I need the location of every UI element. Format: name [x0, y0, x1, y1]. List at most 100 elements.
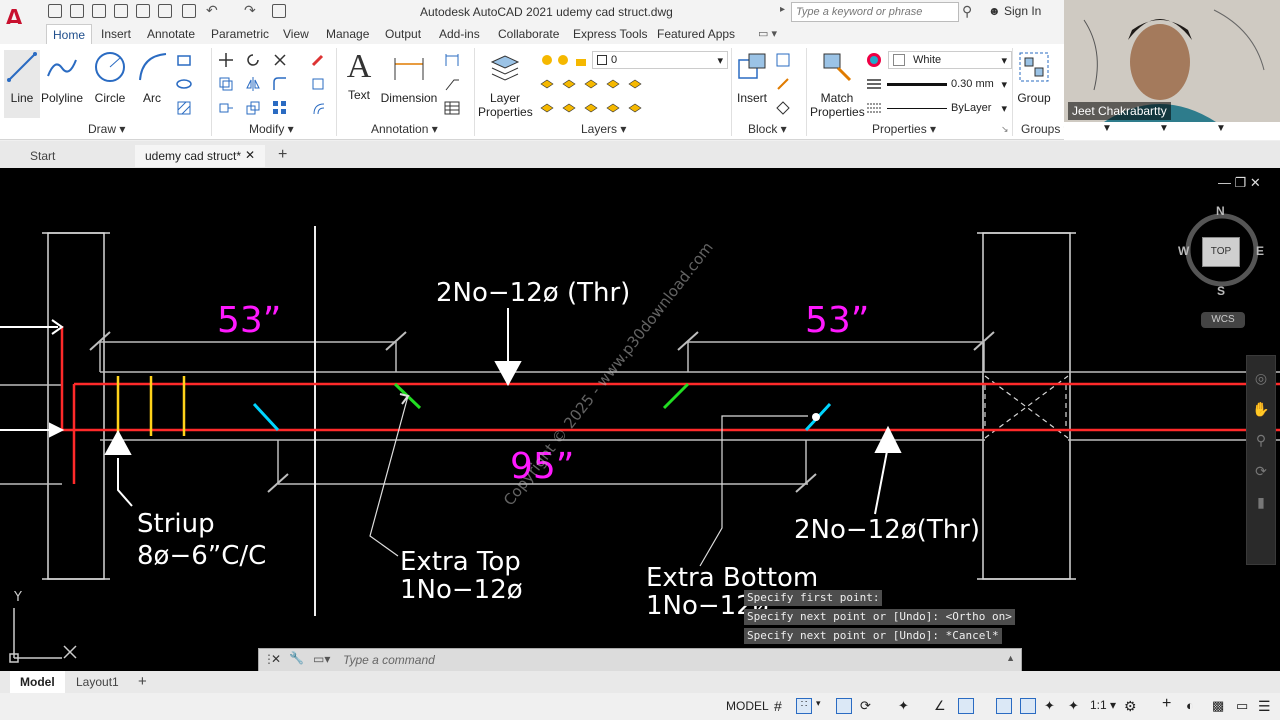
viewcube-top-face[interactable]: TOP: [1202, 237, 1240, 267]
compass-east[interactable]: E: [1256, 244, 1264, 258]
minimize-icon[interactable]: —: [1218, 175, 1231, 190]
lineweight-dropdown[interactable]: 0.30 mm ▾: [882, 75, 1012, 93]
tab-start[interactable]: Start: [20, 145, 65, 167]
block-panel-label[interactable]: Block ▾: [748, 122, 787, 136]
search-icon[interactable]: ⚲: [962, 3, 980, 21]
snap-icon[interactable]: ∷: [796, 698, 812, 714]
isodraft-icon[interactable]: ✦: [898, 698, 914, 714]
erase-icon[interactable]: [310, 52, 326, 68]
chevron-down-icon[interactable]: ▼: [1216, 123, 1226, 134]
ellipse-icon[interactable]: [176, 76, 192, 92]
text-tool-button[interactable]: A Text: [342, 50, 376, 103]
tab-manage[interactable]: Manage: [320, 24, 375, 44]
rotate-icon[interactable]: [245, 52, 261, 68]
layer-tool-icon[interactable]: [627, 100, 643, 116]
recent-commands-icon[interactable]: ▭▾: [313, 652, 330, 666]
hardware-acceleration-icon[interactable]: ▩: [1212, 698, 1228, 714]
new-tab-icon[interactable]: +: [268, 142, 297, 164]
annotation-scale-icon[interactable]: ✦: [1068, 698, 1084, 714]
chevron-down-icon[interactable]: ▾: [816, 698, 832, 714]
auto-scale-icon[interactable]: ✦: [1044, 698, 1060, 714]
layer-tool-icon[interactable]: [539, 100, 555, 116]
compass-west[interactable]: W: [1178, 244, 1189, 258]
close-icon[interactable]: ✕: [271, 652, 281, 666]
layer-lock-icon[interactable]: [573, 52, 589, 68]
tab-express-tools[interactable]: Express Tools: [567, 24, 653, 44]
undo-icon[interactable]: ↶: [206, 2, 218, 19]
open-file-icon[interactable]: [70, 4, 84, 18]
tab-parametric[interactable]: Parametric: [205, 24, 275, 44]
offset-icon[interactable]: [310, 100, 326, 116]
model-space-toggle[interactable]: MODEL: [726, 699, 769, 713]
layer-tool-icon[interactable]: [627, 76, 643, 92]
redo-icon[interactable]: ↷: [244, 2, 256, 19]
tab-model[interactable]: Model: [10, 671, 65, 693]
layer-tool-icon[interactable]: [539, 76, 555, 92]
command-history-toggle-icon[interactable]: ▲: [1006, 653, 1015, 663]
dimension-tool-button[interactable]: Dimension: [380, 50, 438, 105]
restore-icon[interactable]: ❐: [1235, 175, 1247, 190]
object-snap-tracking-icon[interactable]: ∠: [934, 698, 950, 714]
circle-tool-button[interactable]: Circle: [90, 50, 130, 105]
properties-panel-label[interactable]: Properties ▾: [872, 122, 936, 136]
linetype-icon[interactable]: [866, 100, 882, 116]
share-icon[interactable]: [272, 4, 286, 18]
attribute-icon[interactable]: [775, 100, 791, 116]
tab-add-ins[interactable]: Add-ins: [433, 24, 486, 44]
layer-tool-icon[interactable]: [605, 76, 621, 92]
annotation-visibility-icon[interactable]: [1020, 698, 1036, 714]
move-icon[interactable]: [218, 52, 234, 68]
print-icon[interactable]: [158, 4, 172, 18]
annotation-panel-label[interactable]: Annotation ▾: [371, 122, 438, 136]
save-as-icon[interactable]: [114, 4, 128, 18]
arc-tool-button[interactable]: Arc: [136, 50, 168, 105]
command-line[interactable]: ⋮ ✕ 🔧 ▭▾ Type a command ▲: [258, 648, 1022, 672]
linear-dim-icon[interactable]: [444, 52, 460, 68]
polyline-tool-button[interactable]: Polyline: [40, 50, 84, 105]
tab-collaborate[interactable]: Collaborate: [492, 24, 565, 44]
tab-active-drawing[interactable]: udemy cad struct* ✕: [135, 145, 265, 167]
layer-tool-icon[interactable]: [605, 100, 621, 116]
showmotion-icon[interactable]: ▮: [1247, 494, 1275, 511]
tab-view[interactable]: View: [277, 24, 315, 44]
label-stirrup[interactable]: Striup 8ø−6”C/C: [137, 508, 266, 572]
draw-panel-label[interactable]: Draw ▾: [88, 122, 125, 136]
layer-freeze-icon[interactable]: [555, 52, 571, 68]
compass-north[interactable]: N: [1216, 204, 1225, 218]
isolate-objects-icon[interactable]: ◐: [1186, 698, 1202, 714]
line-tool-button[interactable]: Line: [4, 50, 40, 118]
orbit-icon[interactable]: ⟳: [1247, 463, 1275, 480]
compass-south[interactable]: S: [1217, 284, 1225, 298]
sign-in-link[interactable]: ☻ Sign In: [988, 4, 1041, 18]
object-snap-icon[interactable]: [958, 698, 974, 714]
layer-tool-icon[interactable]: [561, 100, 577, 116]
chevron-down-icon[interactable]: ▼: [1102, 123, 1112, 134]
add-layout-icon[interactable]: +: [128, 669, 157, 691]
zoom-icon[interactable]: ⚲: [1247, 432, 1275, 449]
match-properties-button[interactable]: Match Properties: [810, 50, 865, 119]
label-top-bars[interactable]: 2No−12ø (Thr): [436, 278, 630, 308]
search-input[interactable]: Type a keyword or phrase: [791, 2, 959, 22]
explode-icon[interactable]: [310, 76, 326, 92]
ortho-icon[interactable]: [836, 698, 852, 714]
group-button[interactable]: Group: [1016, 50, 1052, 105]
tab-featured-apps[interactable]: Featured Apps: [651, 24, 741, 44]
layers-panel-label[interactable]: Layers ▾: [581, 122, 626, 136]
tab-home[interactable]: Home: [46, 24, 93, 44]
lineweight-toggle-icon[interactable]: [996, 698, 1012, 714]
mirror-icon[interactable]: [245, 76, 261, 92]
dimension-left[interactable]: 53”: [217, 300, 281, 341]
tab-insert[interactable]: Insert: [95, 24, 137, 44]
leader-icon[interactable]: [444, 76, 460, 92]
tab-annotate[interactable]: Annotate: [141, 24, 201, 44]
table-icon[interactable]: [444, 100, 460, 116]
clean-screen-icon[interactable]: ▭: [1236, 698, 1252, 714]
color-dropdown[interactable]: White ▾: [888, 51, 1012, 69]
create-block-icon[interactable]: [775, 52, 791, 68]
steering-wheel-icon[interactable]: ◎: [1247, 370, 1275, 387]
layer-tool-icon[interactable]: [583, 76, 599, 92]
modify-panel-label[interactable]: Modify ▾: [249, 122, 294, 136]
polar-icon[interactable]: ⟳: [860, 698, 876, 714]
plus-icon[interactable]: +: [1162, 695, 1178, 712]
customization-menu-icon[interactable]: ☰: [1258, 698, 1274, 714]
